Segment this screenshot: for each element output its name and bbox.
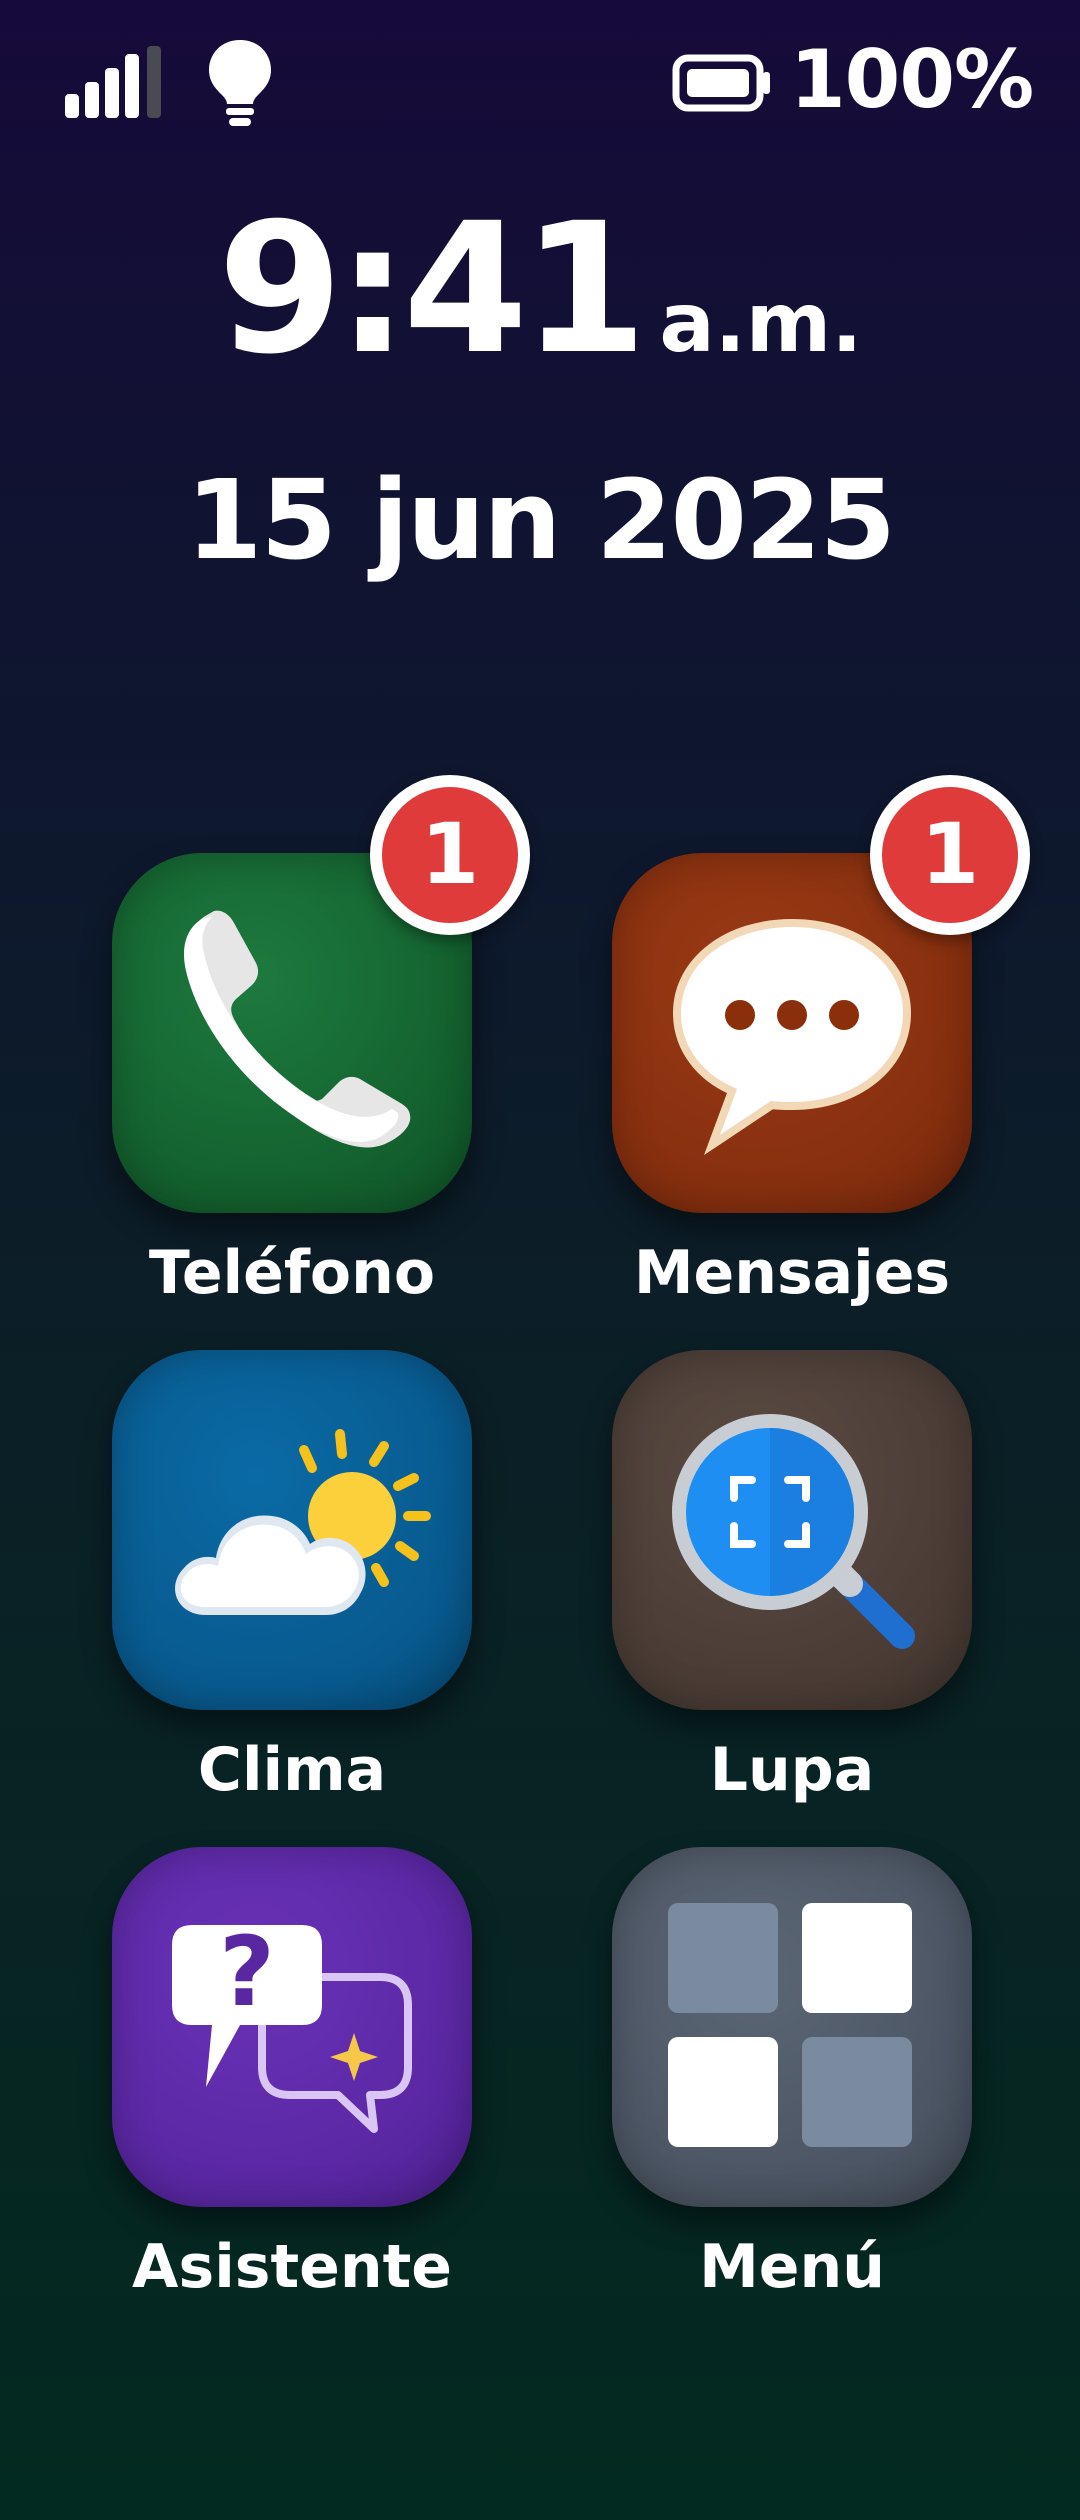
app-telefono[interactable]: 1 Teléfono [112, 775, 530, 1313]
notification-badge: 1 [870, 775, 1030, 935]
app-label: Teléfono [148, 1238, 436, 1308]
app-clima[interactable]: Clima [112, 1350, 472, 1810]
app-menu-tile[interactable] [612, 1847, 972, 2207]
status-bar: 100% [0, 0, 1080, 160]
notification-badge: 1 [370, 775, 530, 935]
cloud-sun-icon [175, 1429, 431, 1615]
magnifier-icon [672, 1414, 915, 1649]
app-lupa-tile[interactable] [612, 1350, 972, 1710]
clock-date: 15 jun 2025 [185, 456, 896, 584]
app-asistente[interactable]: ? Asistente [112, 1847, 472, 2307]
app-clima-tile[interactable] [112, 1350, 472, 1710]
clock-ampm: a.m. [659, 276, 863, 371]
signal-bars-icon [65, 46, 161, 118]
app-label: Asistente [132, 2232, 452, 2302]
app-label: Clima [197, 1735, 387, 1805]
svg-text:?: ? [219, 1916, 275, 2028]
app-label: Menú [699, 2232, 885, 2302]
battery-percentage: 100% [790, 33, 1034, 126]
app-label: Lupa [709, 1735, 875, 1805]
grid-menu-icon [668, 1903, 912, 2147]
assistant-chat-icon: ? [172, 1916, 412, 2133]
lightbulb-icon [209, 40, 271, 126]
battery-full-icon [672, 54, 770, 112]
app-menu[interactable]: Menú [612, 1847, 972, 2307]
app-asistente-tile[interactable]: ? [112, 1847, 472, 2207]
app-mensajes[interactable]: 1 Mensajes [612, 775, 1030, 1313]
clock-time: 9:41 [217, 185, 648, 394]
clock: 9:41 a.m. [0, 200, 1080, 380]
app-lupa[interactable]: Lupa [612, 1350, 972, 1810]
app-label: Mensajes [633, 1238, 951, 1308]
